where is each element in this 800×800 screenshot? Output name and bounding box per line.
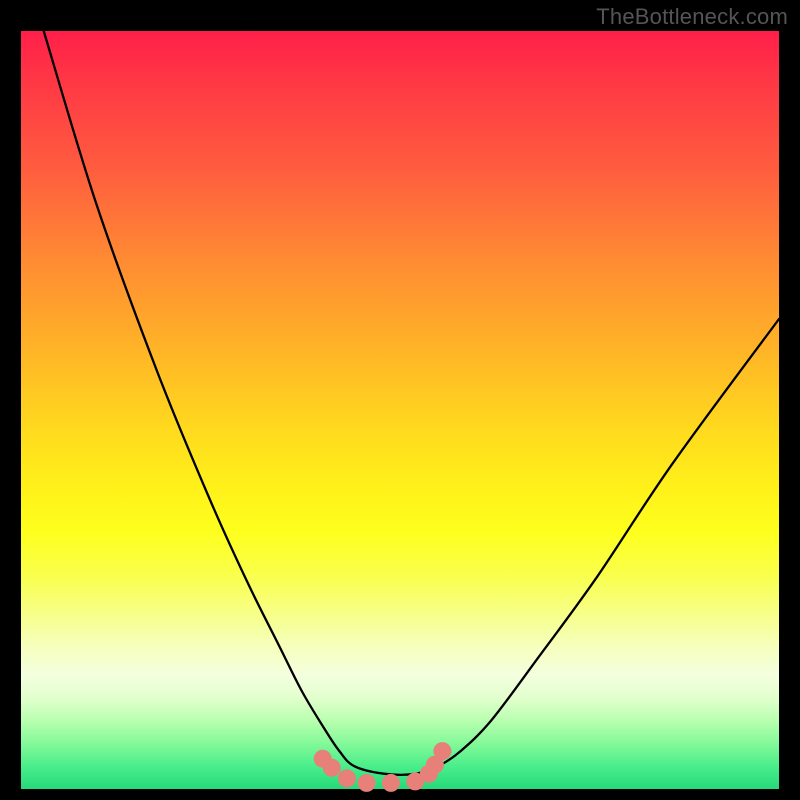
marker-group <box>314 742 452 792</box>
data-marker <box>358 774 376 792</box>
data-marker <box>323 759 341 777</box>
data-marker <box>382 774 400 792</box>
data-marker <box>433 742 451 760</box>
watermark-text: TheBottleneck.com <box>596 4 788 30</box>
bottleneck-curve <box>21 31 779 789</box>
curve-path <box>44 31 779 775</box>
chart-area <box>21 31 779 789</box>
data-marker <box>338 769 356 787</box>
app-frame: TheBottleneck.com <box>0 0 800 800</box>
